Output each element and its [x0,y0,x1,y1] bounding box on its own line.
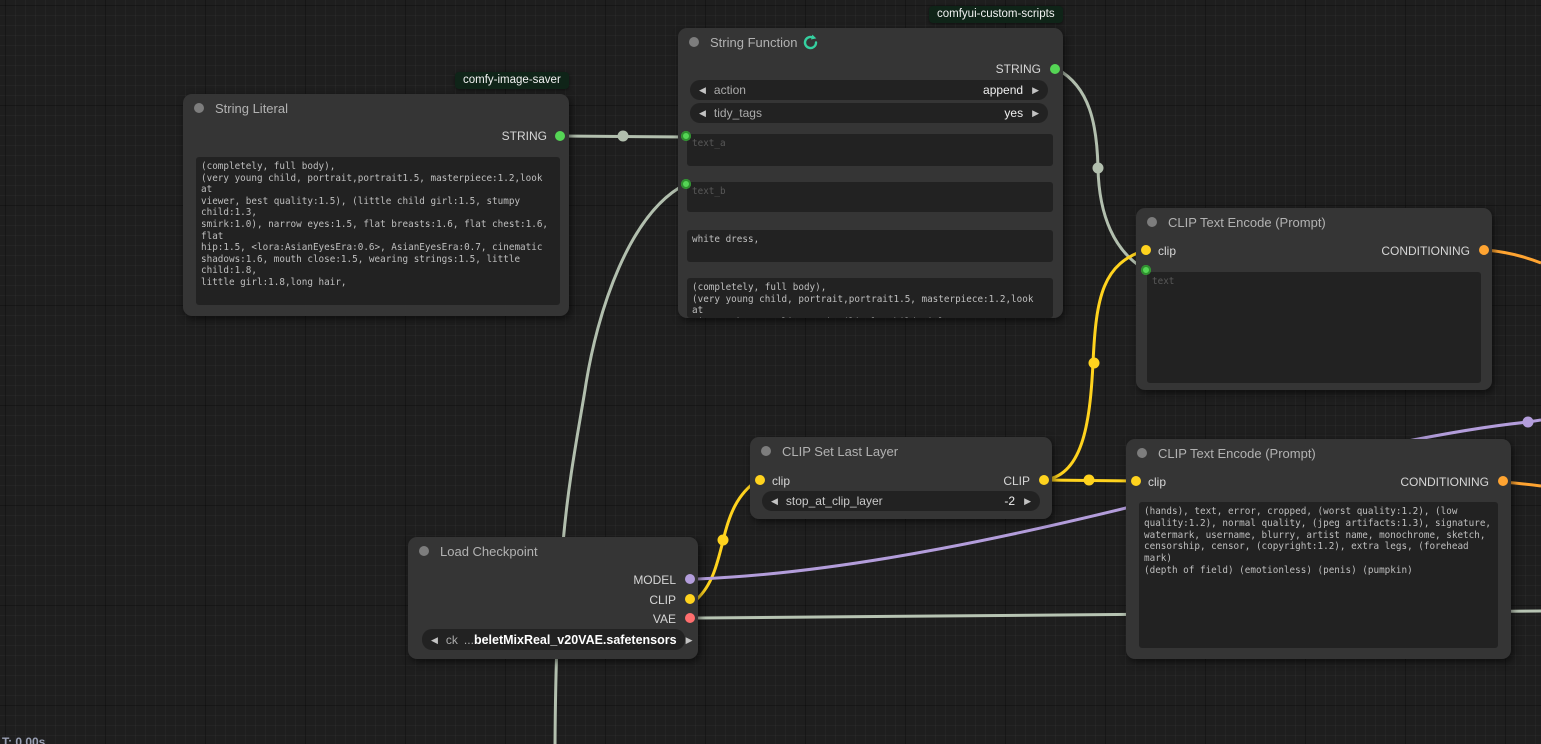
wire-dot-model[interactable] [1523,417,1534,428]
combo-right-arrow-icon[interactable]: ▶ [1024,491,1031,511]
node-title-bar[interactable]: CLIP Text Encode (Prompt) [1126,439,1511,467]
combo-left-arrow-icon[interactable]: ◀ [771,491,778,511]
string-output-socket[interactable] [1050,64,1060,74]
node-title-bar[interactable]: CLIP Set Last Layer [750,437,1052,465]
conditioning-output-label: CONDITIONING [1400,475,1489,489]
node-title: Load Checkpoint [440,544,538,559]
widget-value: -2 [1004,494,1015,508]
conditioning-output-socket[interactable] [1498,476,1508,486]
prompt-text-input[interactable]: text [1147,272,1481,383]
node-title: CLIP Set Last Layer [782,444,898,459]
vae-output-socket[interactable] [685,613,695,623]
negative-prompt-text-input[interactable]: (hands), text, error, cropped, (worst qu… [1139,502,1498,648]
collapse-dot-icon[interactable] [689,37,699,47]
collapse-dot-icon[interactable] [761,446,771,456]
model-output-label: MODEL [633,573,676,587]
collapse-dot-icon[interactable] [1137,448,1147,458]
widget-value: append [983,83,1023,97]
model-output-socket[interactable] [685,574,695,584]
collapse-dot-icon[interactable] [419,546,429,556]
node-clip-text-encode-positive[interactable]: CLIP Text Encode (Prompt) clip CONDITION… [1136,208,1492,390]
result-text[interactable]: (completely, full body), (very young chi… [687,278,1053,318]
widget-name: action [714,83,746,97]
clip-input-socket[interactable] [755,475,765,485]
widget-name-ellipsis: ... [464,633,474,647]
node-graph-canvas[interactable]: String Literal STRING (completely, full … [0,0,1541,744]
clip-input-socket[interactable] [1141,245,1151,255]
text-input-socket[interactable] [1141,265,1151,275]
combo-right-arrow-icon[interactable]: ▶ [1032,80,1039,100]
combo-right-arrow-icon[interactable]: ▶ [1032,103,1039,123]
node-title: CLIP Text Encode (Prompt) [1168,215,1326,230]
string-literal-text-input[interactable]: (completely, full body), (very young chi… [196,157,560,305]
custom-scripts-icon [802,34,819,51]
node-title-bar[interactable]: Load Checkpoint [408,537,698,565]
node-load-checkpoint[interactable]: Load Checkpoint MODEL CLIP VAE ◀ ck ... … [408,537,698,659]
combo-left-arrow-icon[interactable]: ◀ [431,630,438,650]
node-title: CLIP Text Encode (Prompt) [1158,446,1316,461]
action-combo-widget[interactable]: ◀ action append ▶ [690,80,1048,100]
stop-at-clip-layer-widget[interactable]: ◀ stop_at_clip_layer -2 ▶ [762,491,1040,511]
execution-time-status: T: 0.00s [2,735,45,744]
string-output-label: STRING [996,62,1041,76]
wire-offscreen-to-text-b[interactable] [555,184,686,744]
clip-output-socket[interactable] [685,594,695,604]
clip-output-label: CLIP [649,593,676,607]
wire-dot-clip-b[interactable] [1084,475,1095,486]
widget-name: tidy_tags [714,106,762,120]
vae-output-label: VAE [653,612,676,626]
combo-right-arrow-icon[interactable]: ▶ [686,630,693,650]
wire-dot-clip-a[interactable] [718,535,729,546]
collapse-dot-icon[interactable] [194,103,204,113]
node-title: String Function [710,35,797,50]
text-b-input[interactable]: text_b [687,182,1053,212]
widget-value: yes [1004,106,1023,120]
wire-dot-string-b[interactable] [1093,163,1104,174]
clip-output-label: CLIP [1003,474,1030,488]
wire-dot-clip-c[interactable] [1089,358,1100,369]
text-b-input-socket[interactable] [681,179,691,189]
node-clip-text-encode-negative[interactable]: CLIP Text Encode (Prompt) clip CONDITION… [1126,439,1511,659]
clip-input-label: clip [1158,244,1176,258]
text-a-input-socket[interactable] [681,131,691,141]
text-a-input[interactable]: text_a [687,134,1053,166]
wire-dot-string-a[interactable] [618,131,629,142]
ckpt-name-combo-widget[interactable]: ◀ ck ... beletMixReal_v20VAE.safetensors… [422,629,685,650]
tidy-tags-combo-widget[interactable]: ◀ tidy_tags yes ▶ [690,103,1048,123]
combo-left-arrow-icon[interactable]: ◀ [699,103,706,123]
text-c-input[interactable]: white dress, [687,230,1053,262]
string-output-socket[interactable] [555,131,565,141]
node-clip-set-last-layer[interactable]: CLIP Set Last Layer clip CLIP ◀ stop_at_… [750,437,1052,519]
clip-output-socket[interactable] [1039,475,1049,485]
clip-input-label: clip [772,474,790,488]
node-title: String Literal [215,101,288,116]
wire-conditioning-top[interactable] [1486,250,1541,263]
node-string-literal[interactable]: String Literal STRING (completely, full … [183,94,569,316]
widget-value: beletMixReal_v20VAE.safetensors [474,633,677,647]
node-pack-badge: comfy-image-saver [455,72,569,89]
widget-name: ck [446,633,458,647]
node-title-bar[interactable]: CLIP Text Encode (Prompt) [1136,208,1492,236]
node-title-bar[interactable]: String Literal [183,94,569,122]
conditioning-output-label: CONDITIONING [1381,244,1470,258]
node-string-function[interactable]: String Function STRING ◀ action append ▶… [678,28,1063,318]
clip-input-label: clip [1148,475,1166,489]
node-pack-badge: comfyui-custom-scripts [929,6,1063,23]
widget-name: stop_at_clip_layer [786,494,883,508]
string-output-label: STRING [502,129,547,143]
conditioning-output-socket[interactable] [1479,245,1489,255]
combo-left-arrow-icon[interactable]: ◀ [699,80,706,100]
clip-input-socket[interactable] [1131,476,1141,486]
collapse-dot-icon[interactable] [1147,217,1157,227]
node-title-bar[interactable]: String Function [678,28,1063,56]
